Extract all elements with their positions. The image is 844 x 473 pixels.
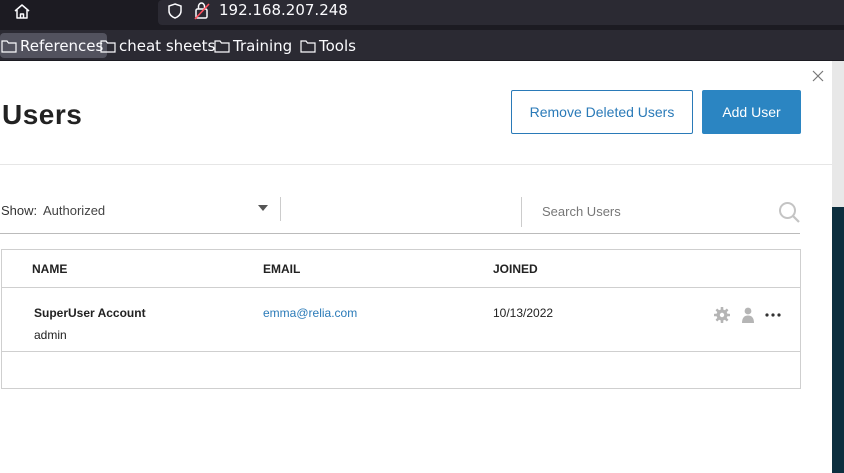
url-text[interactable]: 192.168.207.248 <box>219 1 348 19</box>
divider <box>0 233 800 234</box>
bookmark-label: References <box>20 36 104 55</box>
folder-icon <box>100 39 116 53</box>
users-panel: Users Remove Deleted Users Add User Show… <box>0 61 832 473</box>
bookmark-label: cheat sheets <box>119 36 216 55</box>
table-header: NAME EMAIL JOINED <box>2 250 800 288</box>
close-icon[interactable] <box>812 70 824 82</box>
show-label: Show: <box>1 203 38 218</box>
user-email-link[interactable]: emma@relia.com <box>263 306 357 320</box>
browser-toolbar: 192.168.207.248 <box>0 0 844 26</box>
divider <box>280 197 281 221</box>
bookmark-tools[interactable]: Tools <box>299 33 360 58</box>
insecure-lock-icon[interactable] <box>193 1 211 21</box>
show-filter-select[interactable]: Authorized <box>43 203 105 218</box>
bookmark-label: Tools <box>319 36 356 55</box>
home-icon[interactable] <box>12 2 32 22</box>
user-name: SuperUser Account <box>34 306 146 320</box>
bookmark-cheat-sheets[interactable]: cheat sheets <box>99 33 219 58</box>
filter-bar: Show: Authorized <box>0 195 800 233</box>
chevron-down-icon[interactable] <box>258 205 268 211</box>
page-title: Users <box>2 99 83 130</box>
bookmark-label: Training <box>233 36 293 55</box>
add-user-button[interactable]: Add User <box>702 90 801 134</box>
user-icon[interactable] <box>739 306 757 324</box>
user-role: admin <box>34 328 67 342</box>
column-header-email[interactable]: EMAIL <box>263 262 300 276</box>
gear-icon[interactable] <box>713 306 731 324</box>
user-joined-date: 10/13/2022 <box>493 306 554 320</box>
search-users-input[interactable] <box>532 197 772 225</box>
folder-icon <box>300 39 316 53</box>
more-options-icon[interactable] <box>764 306 782 324</box>
users-table: NAME EMAIL JOINED SuperUser Account admi… <box>1 249 801 389</box>
remove-deleted-users-button[interactable]: Remove Deleted Users <box>511 90 693 134</box>
divider <box>0 164 832 165</box>
bookmarks-bar: References cheat sheets Training Tools <box>0 30 844 60</box>
divider <box>521 197 522 227</box>
table-row: SuperUser Account admin emma@relia.com 1… <box>2 288 800 352</box>
search-icon[interactable] <box>778 201 800 223</box>
shield-icon[interactable] <box>166 2 184 20</box>
bookmark-references[interactable]: References <box>0 33 108 58</box>
folder-icon <box>1 39 17 53</box>
folder-icon <box>214 39 230 53</box>
bookmark-training[interactable]: Training <box>213 33 296 58</box>
column-header-name[interactable]: NAME <box>32 262 67 276</box>
column-header-joined[interactable]: JOINED <box>493 262 538 276</box>
background-page-edge <box>832 61 844 473</box>
